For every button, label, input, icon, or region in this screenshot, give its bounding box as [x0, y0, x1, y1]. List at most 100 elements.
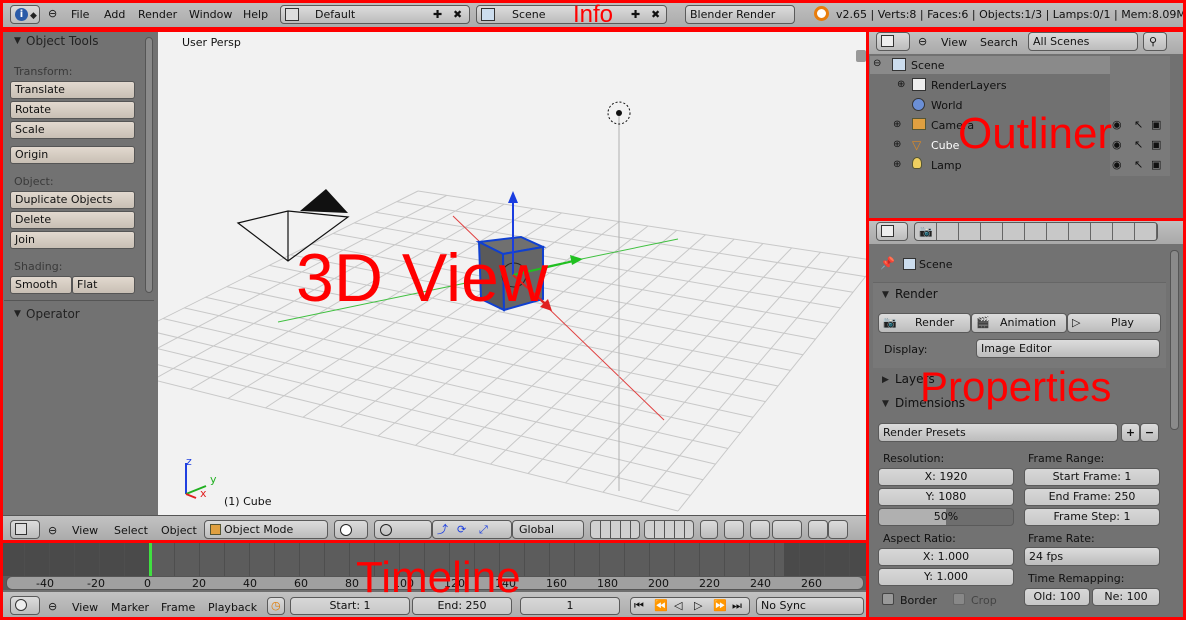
- collapse-icon[interactable]: ⊖: [48, 7, 57, 20]
- current-frame-line[interactable]: [149, 542, 152, 578]
- editor-type-properties-button[interactable]: [876, 222, 908, 241]
- outliner-search-button[interactable]: ⚲: [1143, 32, 1167, 51]
- manipulator-toggles[interactable]: ⤴ ⟳ ⤢: [432, 520, 512, 539]
- timeline-menu-playback[interactable]: Playback: [208, 601, 257, 614]
- collapse-menus-icon[interactable]: ⊖: [48, 524, 57, 537]
- jump-end-icon[interactable]: ⏭: [732, 598, 742, 614]
- border-checkbox-label[interactable]: Border: [900, 594, 937, 607]
- remove-scene-icon[interactable]: ✖: [651, 6, 660, 23]
- jump-start-icon[interactable]: ⏮: [634, 598, 644, 614]
- scene-select[interactable]: Scene ✚ ✖: [476, 5, 667, 24]
- duplicate-objects-button[interactable]: Duplicate Objects: [10, 191, 135, 209]
- opengl-render-button[interactable]: [808, 520, 828, 539]
- properties-scrollbar[interactable]: [1170, 250, 1179, 430]
- camera-select-cursor-icon[interactable]: ↖: [1134, 118, 1143, 131]
- snap-element-select[interactable]: [772, 520, 802, 539]
- panel-expand-icon[interactable]: ▼: [14, 36, 21, 46]
- end-frame-property[interactable]: End Frame: 250: [1024, 488, 1160, 506]
- editor-type-info-button[interactable]: i ◆: [10, 5, 40, 24]
- display-select[interactable]: Image Editor: [976, 339, 1160, 358]
- pivot-select[interactable]: [374, 520, 432, 539]
- cube-select-cursor-icon[interactable]: ↖: [1134, 138, 1143, 151]
- shading-select[interactable]: [334, 520, 368, 539]
- time-remap-old-field[interactable]: Old: 100: [1024, 588, 1090, 606]
- outliner-item-scene[interactable]: Scene: [911, 59, 945, 72]
- menu-select[interactable]: Select: [114, 524, 148, 537]
- dimensions-panel-expand-icon[interactable]: ▼: [882, 399, 889, 409]
- add-layout-icon[interactable]: ✚: [433, 6, 442, 23]
- operator-title[interactable]: Operator: [26, 307, 80, 321]
- snap-button[interactable]: [750, 520, 770, 539]
- render-presets-select[interactable]: Render Presets: [878, 423, 1118, 442]
- play-reverse-icon[interactable]: ◁: [674, 598, 682, 614]
- proportional-edit-button[interactable]: [724, 520, 744, 539]
- start-frame-property[interactable]: Start Frame: 1: [1024, 468, 1160, 486]
- layer-buttons-2[interactable]: [644, 520, 694, 539]
- editor-type-outliner-button[interactable]: [876, 32, 910, 51]
- fps-select[interactable]: 24 fps: [1024, 547, 1160, 566]
- cube-render-icon[interactable]: ▣: [1151, 138, 1161, 151]
- menu-file[interactable]: File: [71, 8, 89, 21]
- outliner-item-cube[interactable]: Cube: [931, 139, 959, 152]
- outliner-collapse-icon[interactable]: ⊖: [918, 35, 927, 48]
- menu-help[interactable]: Help: [243, 8, 268, 21]
- outliner-menu-search[interactable]: Search: [980, 36, 1018, 49]
- timeline-menu-view[interactable]: View: [72, 601, 98, 614]
- timeline-menu-marker[interactable]: Marker: [111, 601, 149, 614]
- timeline-collapse-icon[interactable]: ⊖: [48, 600, 57, 613]
- smooth-button[interactable]: Smooth: [10, 276, 72, 294]
- add-scene-icon[interactable]: ✚: [631, 6, 640, 23]
- aspect-x-field[interactable]: X: 1.000: [878, 548, 1014, 566]
- lamp-render-icon[interactable]: ▣: [1151, 158, 1161, 171]
- render-panel-title[interactable]: Render: [895, 287, 938, 301]
- outliner-item-renderlayers[interactable]: RenderLayers: [931, 79, 1007, 92]
- editor-type-3dview-button[interactable]: [10, 520, 40, 539]
- lamp-visibility-eye-icon[interactable]: ◉: [1112, 158, 1122, 171]
- scene-expand-icon[interactable]: ⊖: [873, 58, 881, 69]
- add-preset-button[interactable]: +: [1121, 423, 1140, 442]
- lamp-select-cursor-icon[interactable]: ↖: [1134, 158, 1143, 171]
- remove-layout-icon[interactable]: ✖: [453, 6, 462, 23]
- layers-panel-expand-icon[interactable]: ▶: [882, 375, 889, 385]
- layer-buttons-1[interactable]: [590, 520, 640, 539]
- scale-manip-icon[interactable]: ⤢: [479, 521, 488, 538]
- origin-button[interactable]: Origin: [10, 146, 135, 164]
- screen-layout-select[interactable]: Default ✚ ✖: [280, 5, 470, 24]
- translate-manip-icon[interactable]: ⤴: [437, 521, 448, 538]
- rotate-button[interactable]: Rotate: [10, 101, 135, 119]
- lamp-expand-icon[interactable]: ⊕: [893, 159, 901, 170]
- cube-visibility-eye-icon[interactable]: ◉: [1112, 138, 1122, 151]
- timeline-menu-frame[interactable]: Frame: [161, 601, 195, 614]
- time-remap-new-field[interactable]: Ne: 100: [1092, 588, 1160, 606]
- outliner-menu-view[interactable]: View: [941, 36, 967, 49]
- sync-select[interactable]: No Sync: [756, 597, 864, 615]
- outliner-filter-select[interactable]: All Scenes: [1028, 32, 1138, 51]
- scale-button[interactable]: Scale: [10, 121, 135, 139]
- rotate-manip-icon[interactable]: ⟳: [457, 521, 466, 538]
- play-button[interactable]: ▷ Play: [1067, 313, 1161, 333]
- camera-expand-icon[interactable]: ⊕: [893, 119, 901, 130]
- operator-expand-icon[interactable]: ▼: [14, 309, 21, 319]
- aspect-y-field[interactable]: Y: 1.000: [878, 568, 1014, 586]
- editor-type-timeline-button[interactable]: [10, 596, 40, 615]
- object-tools-title[interactable]: Object Tools: [26, 34, 98, 48]
- render-button[interactable]: 📷 Render: [878, 313, 971, 333]
- border-checkbox[interactable]: [882, 593, 894, 605]
- render-engine-select[interactable]: Blender Render: [685, 5, 795, 24]
- render-tab-icon[interactable]: 📷: [919, 223, 933, 240]
- preview-range-button[interactable]: ◷: [267, 597, 285, 615]
- camera-visibility-eye-icon[interactable]: ◉: [1112, 118, 1122, 131]
- current-frame-field[interactable]: 1: [520, 597, 620, 615]
- tool-shelf-scrollbar[interactable]: [145, 37, 153, 293]
- viewport-corner-toggle[interactable]: [856, 50, 866, 62]
- crop-checkbox-label[interactable]: Crop: [971, 594, 997, 607]
- menu-render[interactable]: Render: [138, 8, 177, 21]
- flat-button[interactable]: Flat: [72, 276, 135, 294]
- prev-keyframe-icon[interactable]: ⏪: [654, 598, 668, 614]
- crop-checkbox[interactable]: [953, 593, 965, 605]
- mode-select[interactable]: Object Mode: [204, 520, 328, 539]
- properties-context-tabs[interactable]: 📷: [914, 222, 1158, 241]
- resolution-x-field[interactable]: X: 1920: [878, 468, 1014, 486]
- outliner-item-lamp[interactable]: Lamp: [931, 159, 962, 172]
- remove-preset-button[interactable]: −: [1140, 423, 1159, 442]
